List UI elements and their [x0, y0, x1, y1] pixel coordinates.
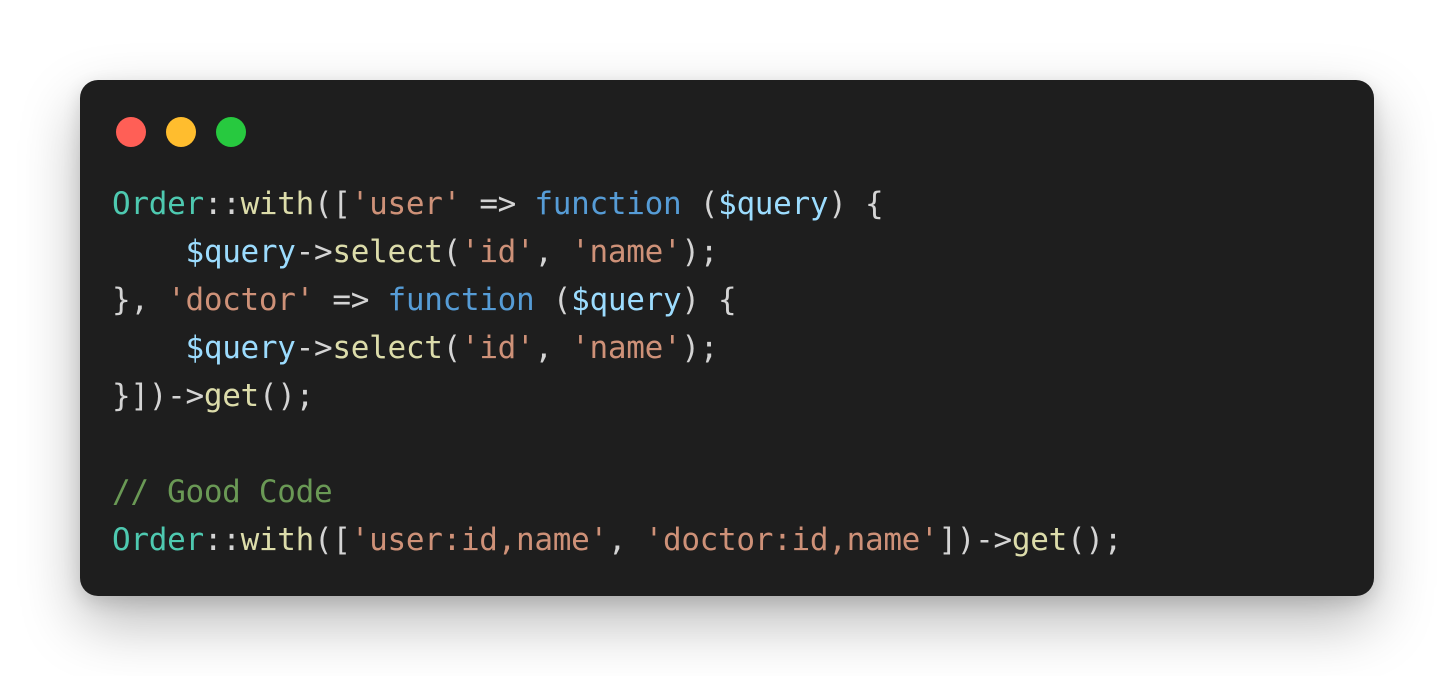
code-token-string: 'doctor' [167, 282, 315, 318]
code-token-string: 'user:id,name' [350, 522, 608, 558]
code-token-punc: ) { [828, 186, 884, 222]
code-token-punc: => [460, 186, 535, 222]
code-window: Order::with(['user' => function ($query)… [80, 80, 1374, 596]
code-token-punc: (); [258, 378, 315, 414]
code-token-method: select [332, 330, 443, 366]
code-token-punc: ( [442, 234, 462, 270]
code-line: Order::with(['user:id,name', 'doctor:id,… [112, 516, 1122, 564]
code-token-string: 'name' [571, 330, 682, 366]
code-token-class: Order [112, 522, 204, 558]
minimize-dot-icon[interactable] [166, 117, 196, 147]
maximize-dot-icon[interactable] [216, 117, 246, 147]
code-token-punc [112, 234, 185, 270]
code-token-class: Order [112, 186, 204, 222]
code-token-punc: , [534, 234, 572, 270]
code-token-punc: :: [203, 522, 241, 558]
code-token-string: 'doctor:id,name' [644, 522, 939, 558]
code-token-punc: ])-> [938, 522, 1012, 558]
code-token-variable: $query [571, 282, 682, 318]
code-line: Order::with(['user' => function ($query)… [112, 180, 1122, 228]
code-token-punc: :: [203, 186, 241, 222]
code-token-punc: , [607, 522, 645, 558]
code-line: }, 'doctor' => function ($query) { [112, 276, 1122, 324]
code-token-keyword: function [534, 186, 682, 222]
code-block: Order::with(['user' => function ($query)… [112, 180, 1122, 564]
code-token-punc: -> [295, 330, 333, 366]
code-token-punc: ); [681, 330, 719, 366]
code-token-punc: }, [112, 282, 168, 318]
code-token-punc: }])-> [112, 378, 204, 414]
code-token-method: select [332, 234, 443, 270]
code-token-method: with [240, 186, 315, 222]
code-line: // Good Code [112, 468, 1122, 516]
code-line: $query->select('id', 'name'); [112, 324, 1122, 372]
code-line: $query->select('id', 'name'); [112, 228, 1122, 276]
code-token-method: get [203, 378, 259, 414]
code-token-punc: ([ [314, 522, 351, 558]
code-token-method: with [240, 522, 315, 558]
code-token-variable: $query [185, 234, 296, 270]
code-token-punc: ( [681, 186, 719, 222]
code-token-string: 'name' [571, 234, 682, 270]
window-controls [116, 117, 246, 147]
code-token-punc: ( [534, 282, 572, 318]
code-token-punc: -> [295, 234, 333, 270]
code-line: }])->get(); [112, 372, 1122, 420]
code-token-punc: ([ [314, 186, 351, 222]
code-token-string: 'user' [350, 186, 461, 222]
code-token-string: 'id' [460, 330, 535, 366]
code-token-variable: $query [185, 330, 296, 366]
code-token-punc: ); [681, 234, 719, 270]
code-token-punc: , [534, 330, 572, 366]
code-token-method: get [1011, 522, 1067, 558]
code-token-punc: => [314, 282, 388, 318]
code-token-punc [112, 330, 185, 366]
code-token-punc: (); [1066, 522, 1123, 558]
code-token-punc: ) { [681, 282, 737, 318]
close-dot-icon[interactable] [116, 117, 146, 147]
code-token-comment: // Good Code [112, 474, 333, 510]
code-token-variable: $query [718, 186, 829, 222]
code-token-string: 'id' [460, 234, 535, 270]
code-token-keyword: function [387, 282, 535, 318]
code-token-punc: ( [442, 330, 462, 366]
